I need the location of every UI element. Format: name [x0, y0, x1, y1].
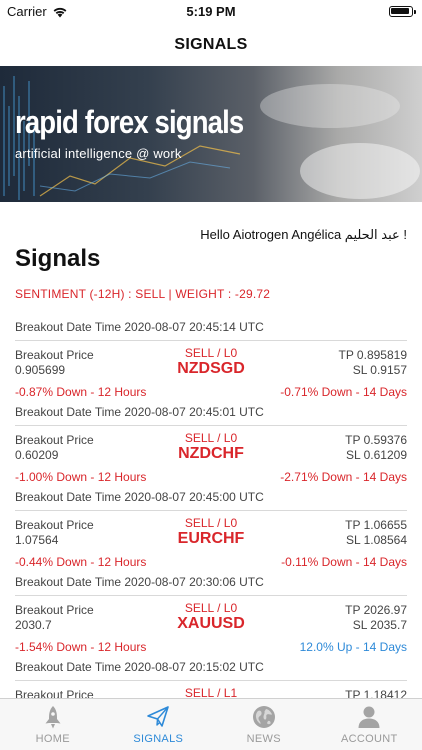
signal-card[interactable]: Breakout Date Time 2020-08-07 20:15:02 U…	[15, 652, 407, 698]
tab-account-label: ACCOUNT	[341, 733, 398, 745]
rocket-icon	[45, 706, 61, 729]
tab-home[interactable]: HOME	[0, 699, 106, 750]
user-greeting: Hello Aiotrogen Angélica عبد الحليم !	[200, 227, 407, 242]
banner-image: rapid forex signals artificial intellige…	[0, 66, 422, 202]
person-icon	[358, 706, 380, 728]
navigation-bar: SIGNALS	[0, 24, 422, 66]
signal-card[interactable]: Breakout Date Time 2020-08-07 20:45:01 U…	[15, 397, 407, 484]
signal-card[interactable]: Breakout Date Time 2020-08-07 20:30:06 U…	[15, 567, 407, 654]
divider	[15, 510, 407, 511]
stop-loss: SL 1.08564	[346, 533, 407, 547]
breakout-datetime: Breakout Date Time 2020-08-07 20:45:01 U…	[15, 405, 264, 419]
take-profit: TP 2026.97	[345, 603, 407, 617]
stop-loss: SL 2035.7	[352, 618, 407, 632]
divider	[15, 595, 407, 596]
take-profit: TP 1.06655	[345, 518, 407, 532]
paper-plane-icon	[147, 706, 170, 727]
breakout-datetime: Breakout Date Time 2020-08-07 20:45:14 U…	[15, 320, 264, 334]
breakout-datetime: Breakout Date Time 2020-08-07 20:15:02 U…	[15, 660, 264, 674]
tab-news-label: NEWS	[246, 733, 281, 745]
tab-home-label: HOME	[35, 733, 70, 745]
tab-news[interactable]: NEWS	[211, 699, 317, 750]
battery-icon	[389, 6, 416, 17]
currency-pair: XAUUSD	[177, 615, 245, 632]
page-title: SIGNALS	[174, 36, 248, 53]
take-profit: TP 0.895819	[338, 348, 407, 362]
section-title: Signals	[15, 245, 101, 272]
signals-list[interactable]: Breakout Date Time 2020-08-07 20:45:14 U…	[15, 312, 407, 698]
tab-bar: HOME SIGNALS NEWS ACCOUNT	[0, 698, 422, 750]
stop-loss: SL 0.9157	[352, 363, 407, 377]
signal-card[interactable]: Breakout Date Time 2020-08-07 20:45:14 U…	[15, 312, 407, 399]
currency-pair: NZDSGD	[177, 360, 245, 377]
divider	[15, 425, 407, 426]
status-time: 5:19 PM	[186, 4, 236, 19]
tab-account[interactable]: ACCOUNT	[317, 699, 422, 750]
banner-subtitle: artificial intelligence @ work	[15, 146, 182, 161]
banner-title: rapid forex signals	[15, 104, 244, 140]
divider	[15, 340, 407, 341]
sentiment-summary: SENTIMENT (-12H) : SELL | WEIGHT : -29.7…	[15, 287, 271, 301]
tab-signals[interactable]: SIGNALS	[106, 699, 212, 750]
take-profit: TP 0.59376	[345, 433, 407, 447]
breakout-datetime: Breakout Date Time 2020-08-07 20:45:00 U…	[15, 490, 264, 504]
divider	[15, 680, 407, 681]
signal-card[interactable]: Breakout Date Time 2020-08-07 20:45:00 U…	[15, 482, 407, 569]
take-profit: TP 1.18412	[345, 688, 407, 698]
breakout-datetime: Breakout Date Time 2020-08-07 20:30:06 U…	[15, 575, 264, 589]
globe-icon	[252, 706, 275, 728]
stop-loss: SL 0.61209	[346, 448, 407, 462]
tab-signals-label: SIGNALS	[133, 733, 184, 745]
status-bar: Carrier 5:19 PM	[0, 0, 422, 24]
